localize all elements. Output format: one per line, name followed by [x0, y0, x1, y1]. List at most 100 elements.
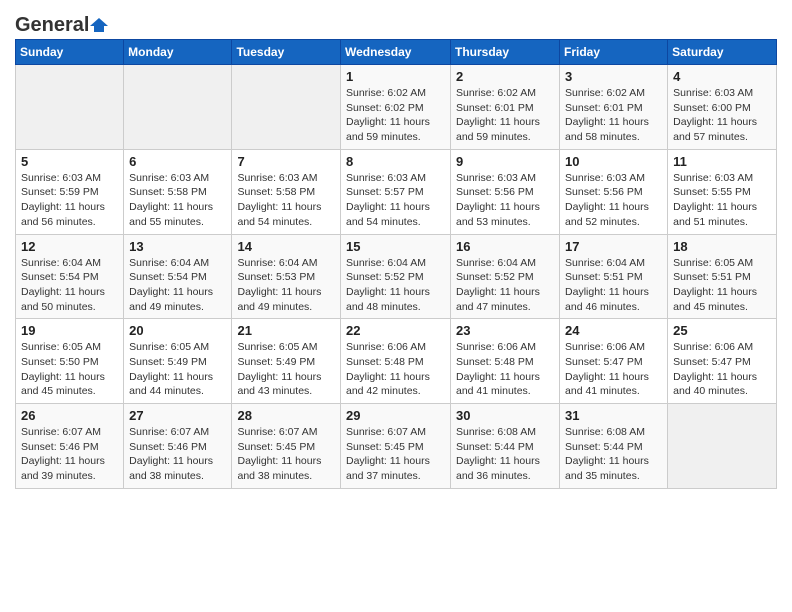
- day-info: Sunrise: 6:04 AMSunset: 5:54 PMDaylight:…: [21, 256, 118, 315]
- day-info: Sunrise: 6:05 AMSunset: 5:51 PMDaylight:…: [673, 256, 771, 315]
- day-info: Sunrise: 6:04 AMSunset: 5:53 PMDaylight:…: [237, 256, 335, 315]
- calendar-cell: [232, 65, 341, 150]
- day-info: Sunrise: 6:04 AMSunset: 5:54 PMDaylight:…: [129, 256, 226, 315]
- day-info: Sunrise: 6:05 AMSunset: 5:49 PMDaylight:…: [129, 340, 226, 399]
- day-info: Sunrise: 6:08 AMSunset: 5:44 PMDaylight:…: [565, 425, 662, 484]
- calendar-weekday-monday: Monday: [124, 40, 232, 65]
- day-info: Sunrise: 6:05 AMSunset: 5:50 PMDaylight:…: [21, 340, 118, 399]
- day-info: Sunrise: 6:07 AMSunset: 5:46 PMDaylight:…: [21, 425, 118, 484]
- day-number: 25: [673, 323, 771, 338]
- day-number: 19: [21, 323, 118, 338]
- calendar-cell: 31 Sunrise: 6:08 AMSunset: 5:44 PMDayligh…: [560, 404, 668, 489]
- calendar-cell: 22Sunrise: 6:06 AMSunset: 5:48 PMDayligh…: [341, 319, 451, 404]
- calendar-cell: 28 Sunrise: 6:07 AMSunset: 5:45 PMDayligh…: [232, 404, 341, 489]
- day-info: Sunrise: 6:07 AMSunset: 5:46 PMDaylight:…: [129, 425, 226, 484]
- logo-bird-icon: [90, 16, 108, 34]
- day-number: 2: [456, 69, 554, 84]
- day-info: Sunrise: 6:03 AMSunset: 5:57 PMDaylight:…: [346, 171, 445, 230]
- day-number: 8: [346, 154, 445, 169]
- day-info: Sunrise: 6:03 AMSunset: 5:58 PMDaylight:…: [129, 171, 226, 230]
- day-number: 16: [456, 239, 554, 254]
- day-info: Sunrise: 6:06 AMSunset: 5:47 PMDaylight:…: [673, 340, 771, 399]
- calendar-cell: 1Sunrise: 6:02 AMSunset: 6:02 PMDaylight…: [341, 65, 451, 150]
- day-number: 7: [237, 154, 335, 169]
- day-number: 12: [21, 239, 118, 254]
- day-number: 14: [237, 239, 335, 254]
- day-number: 4: [673, 69, 771, 84]
- calendar-week-row: 19 Sunrise: 6:05 AMSunset: 5:50 PMDayligh…: [16, 319, 777, 404]
- day-number: 6: [129, 154, 226, 169]
- day-number: 17: [565, 239, 662, 254]
- day-number: 13: [129, 239, 226, 254]
- calendar-cell: 10Sunrise: 6:03 AMSunset: 5:56 PMDayligh…: [560, 149, 668, 234]
- day-info: Sunrise: 6:03 AMSunset: 6:00 PMDaylight:…: [673, 86, 771, 145]
- calendar-week-row: 5Sunrise: 6:03 AMSunset: 5:59 PMDaylight…: [16, 149, 777, 234]
- calendar-weekday-saturday: Saturday: [668, 40, 777, 65]
- day-info: Sunrise: 6:02 AMSunset: 6:01 PMDaylight:…: [456, 86, 554, 145]
- calendar-cell: 21 Sunrise: 6:05 AMSunset: 5:49 PMDayligh…: [232, 319, 341, 404]
- calendar-weekday-tuesday: Tuesday: [232, 40, 341, 65]
- calendar-cell: [124, 65, 232, 150]
- calendar-table: SundayMondayTuesdayWednesdayThursdayFrid…: [15, 39, 777, 489]
- calendar-weekday-sunday: Sunday: [16, 40, 124, 65]
- calendar-cell: 5Sunrise: 6:03 AMSunset: 5:59 PMDaylight…: [16, 149, 124, 234]
- calendar-body: 1Sunrise: 6:02 AMSunset: 6:02 PMDaylight…: [16, 65, 777, 489]
- day-info: Sunrise: 6:02 AMSunset: 6:01 PMDaylight:…: [565, 86, 662, 145]
- logo: General: [15, 14, 108, 33]
- day-number: 18: [673, 239, 771, 254]
- calendar-cell: 12 Sunrise: 6:04 AMSunset: 5:54 PMDayligh…: [16, 234, 124, 319]
- day-info: Sunrise: 6:07 AMSunset: 5:45 PMDaylight:…: [346, 425, 445, 484]
- calendar-cell: 17Sunrise: 6:04 AMSunset: 5:51 PMDayligh…: [560, 234, 668, 319]
- day-number: 23: [456, 323, 554, 338]
- day-number: 21: [237, 323, 335, 338]
- day-info: Sunrise: 6:03 AMSunset: 5:56 PMDaylight:…: [565, 171, 662, 230]
- calendar-weekday-wednesday: Wednesday: [341, 40, 451, 65]
- calendar-cell: 8 Sunrise: 6:03 AMSunset: 5:57 PMDaylight…: [341, 149, 451, 234]
- calendar-cell: 30 Sunrise: 6:08 AMSunset: 5:44 PMDayligh…: [451, 404, 560, 489]
- day-number: 20: [129, 323, 226, 338]
- calendar-cell: 25 Sunrise: 6:06 AMSunset: 5:47 PMDayligh…: [668, 319, 777, 404]
- day-number: 24: [565, 323, 662, 338]
- calendar-cell: 3 Sunrise: 6:02 AMSunset: 6:01 PMDaylight…: [560, 65, 668, 150]
- calendar-week-row: 1Sunrise: 6:02 AMSunset: 6:02 PMDaylight…: [16, 65, 777, 150]
- calendar-cell: 29Sunrise: 6:07 AMSunset: 5:45 PMDayligh…: [341, 404, 451, 489]
- day-info: Sunrise: 6:03 AMSunset: 5:56 PMDaylight:…: [456, 171, 554, 230]
- calendar-cell: 16 Sunrise: 6:04 AMSunset: 5:52 PMDayligh…: [451, 234, 560, 319]
- day-number: 22: [346, 323, 445, 338]
- calendar-cell: 18 Sunrise: 6:05 AMSunset: 5:51 PMDayligh…: [668, 234, 777, 319]
- day-info: Sunrise: 6:07 AMSunset: 5:45 PMDaylight:…: [237, 425, 335, 484]
- day-number: 28: [237, 408, 335, 423]
- calendar-cell: 20 Sunrise: 6:05 AMSunset: 5:49 PMDayligh…: [124, 319, 232, 404]
- day-info: Sunrise: 6:04 AMSunset: 5:52 PMDaylight:…: [346, 256, 445, 315]
- calendar-cell: 6 Sunrise: 6:03 AMSunset: 5:58 PMDaylight…: [124, 149, 232, 234]
- day-number: 1: [346, 69, 445, 84]
- calendar-cell: 19 Sunrise: 6:05 AMSunset: 5:50 PMDayligh…: [16, 319, 124, 404]
- calendar-week-row: 26 Sunrise: 6:07 AMSunset: 5:46 PMDayligh…: [16, 404, 777, 489]
- calendar-cell: 23 Sunrise: 6:06 AMSunset: 5:48 PMDayligh…: [451, 319, 560, 404]
- day-info: Sunrise: 6:03 AMSunset: 5:58 PMDaylight:…: [237, 171, 335, 230]
- day-info: Sunrise: 6:04 AMSunset: 5:52 PMDaylight:…: [456, 256, 554, 315]
- calendar-cell: 27 Sunrise: 6:07 AMSunset: 5:46 PMDayligh…: [124, 404, 232, 489]
- calendar-cell: 2 Sunrise: 6:02 AMSunset: 6:01 PMDaylight…: [451, 65, 560, 150]
- day-number: 31: [565, 408, 662, 423]
- day-number: 27: [129, 408, 226, 423]
- calendar-cell: 15Sunrise: 6:04 AMSunset: 5:52 PMDayligh…: [341, 234, 451, 319]
- day-number: 30: [456, 408, 554, 423]
- day-info: Sunrise: 6:05 AMSunset: 5:49 PMDaylight:…: [237, 340, 335, 399]
- calendar-cell: [16, 65, 124, 150]
- day-number: 26: [21, 408, 118, 423]
- calendar-cell: 26 Sunrise: 6:07 AMSunset: 5:46 PMDayligh…: [16, 404, 124, 489]
- page-header: General: [15, 10, 777, 33]
- calendar-cell: 24 Sunrise: 6:06 AMSunset: 5:47 PMDayligh…: [560, 319, 668, 404]
- day-info: Sunrise: 6:03 AMSunset: 5:59 PMDaylight:…: [21, 171, 118, 230]
- calendar-cell: 11Sunrise: 6:03 AMSunset: 5:55 PMDayligh…: [668, 149, 777, 234]
- logo-general: General: [15, 14, 89, 37]
- calendar-cell: [668, 404, 777, 489]
- day-info: Sunrise: 6:06 AMSunset: 5:47 PMDaylight:…: [565, 340, 662, 399]
- calendar-cell: 9Sunrise: 6:03 AMSunset: 5:56 PMDaylight…: [451, 149, 560, 234]
- day-number: 3: [565, 69, 662, 84]
- calendar-week-row: 12 Sunrise: 6:04 AMSunset: 5:54 PMDayligh…: [16, 234, 777, 319]
- day-info: Sunrise: 6:06 AMSunset: 5:48 PMDaylight:…: [456, 340, 554, 399]
- day-info: Sunrise: 6:03 AMSunset: 5:55 PMDaylight:…: [673, 171, 771, 230]
- day-info: Sunrise: 6:08 AMSunset: 5:44 PMDaylight:…: [456, 425, 554, 484]
